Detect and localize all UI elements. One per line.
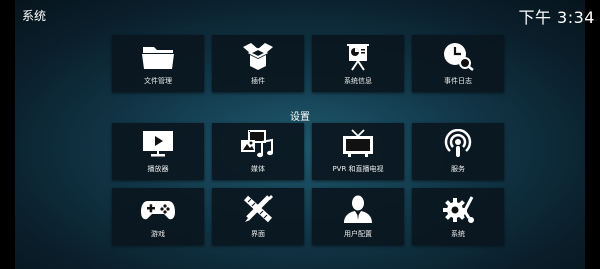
media-settings-tile[interactable]: 媒体 [212, 123, 304, 180]
tile-label: 文件管理 [144, 77, 172, 85]
podcast-icon [412, 129, 504, 159]
clock: 下午 3:34 [518, 8, 595, 27]
left-border [0, 0, 15, 269]
user-icon [312, 194, 404, 224]
page-title: 系统 [22, 9, 47, 23]
open-box-icon [212, 41, 304, 71]
system-info-tile[interactable]: 系统信息 [312, 35, 404, 92]
media-icon [212, 129, 304, 159]
monitor-play-icon [112, 129, 204, 159]
gamepad-icon [112, 194, 204, 224]
tile-label: 系统 [451, 230, 465, 238]
gears-icon [412, 194, 504, 224]
system-settings-tile[interactable]: 系统 [412, 188, 504, 245]
clock-search-icon [412, 41, 504, 71]
tile-label: 事件日志 [444, 77, 472, 85]
tile-label: 媒体 [251, 165, 265, 173]
games-tile[interactable]: 游戏 [112, 188, 204, 245]
presentation-icon [312, 41, 404, 71]
section-title: 设置 [290, 112, 310, 123]
addons-tile[interactable]: 插件 [212, 35, 304, 92]
tile-label: 游戏 [151, 230, 165, 238]
tile-label: 系统信息 [344, 77, 372, 85]
right-border [585, 0, 600, 269]
pencil-ruler-icon [212, 194, 304, 224]
interface-tile[interactable]: 界面 [212, 188, 304, 245]
tv-icon [312, 129, 404, 159]
file-manager-tile[interactable]: 文件管理 [112, 35, 204, 92]
tile-label: 用户配置 [344, 230, 372, 238]
tile-label: 界面 [251, 230, 265, 238]
tile-label: 播放器 [147, 165, 169, 173]
event-log-tile[interactable]: 事件日志 [412, 35, 504, 92]
tile-label: PVR 和直播电视 [332, 165, 384, 173]
services-tile[interactable]: 服务 [412, 123, 504, 180]
player-settings-tile[interactable]: 播放器 [112, 123, 204, 180]
pvr-settings-tile[interactable]: PVR 和直播电视 [312, 123, 404, 180]
tile-label: 服务 [451, 165, 465, 173]
tile-label: 插件 [251, 77, 265, 85]
profiles-tile[interactable]: 用户配置 [312, 188, 404, 245]
folder-icon [112, 41, 204, 71]
